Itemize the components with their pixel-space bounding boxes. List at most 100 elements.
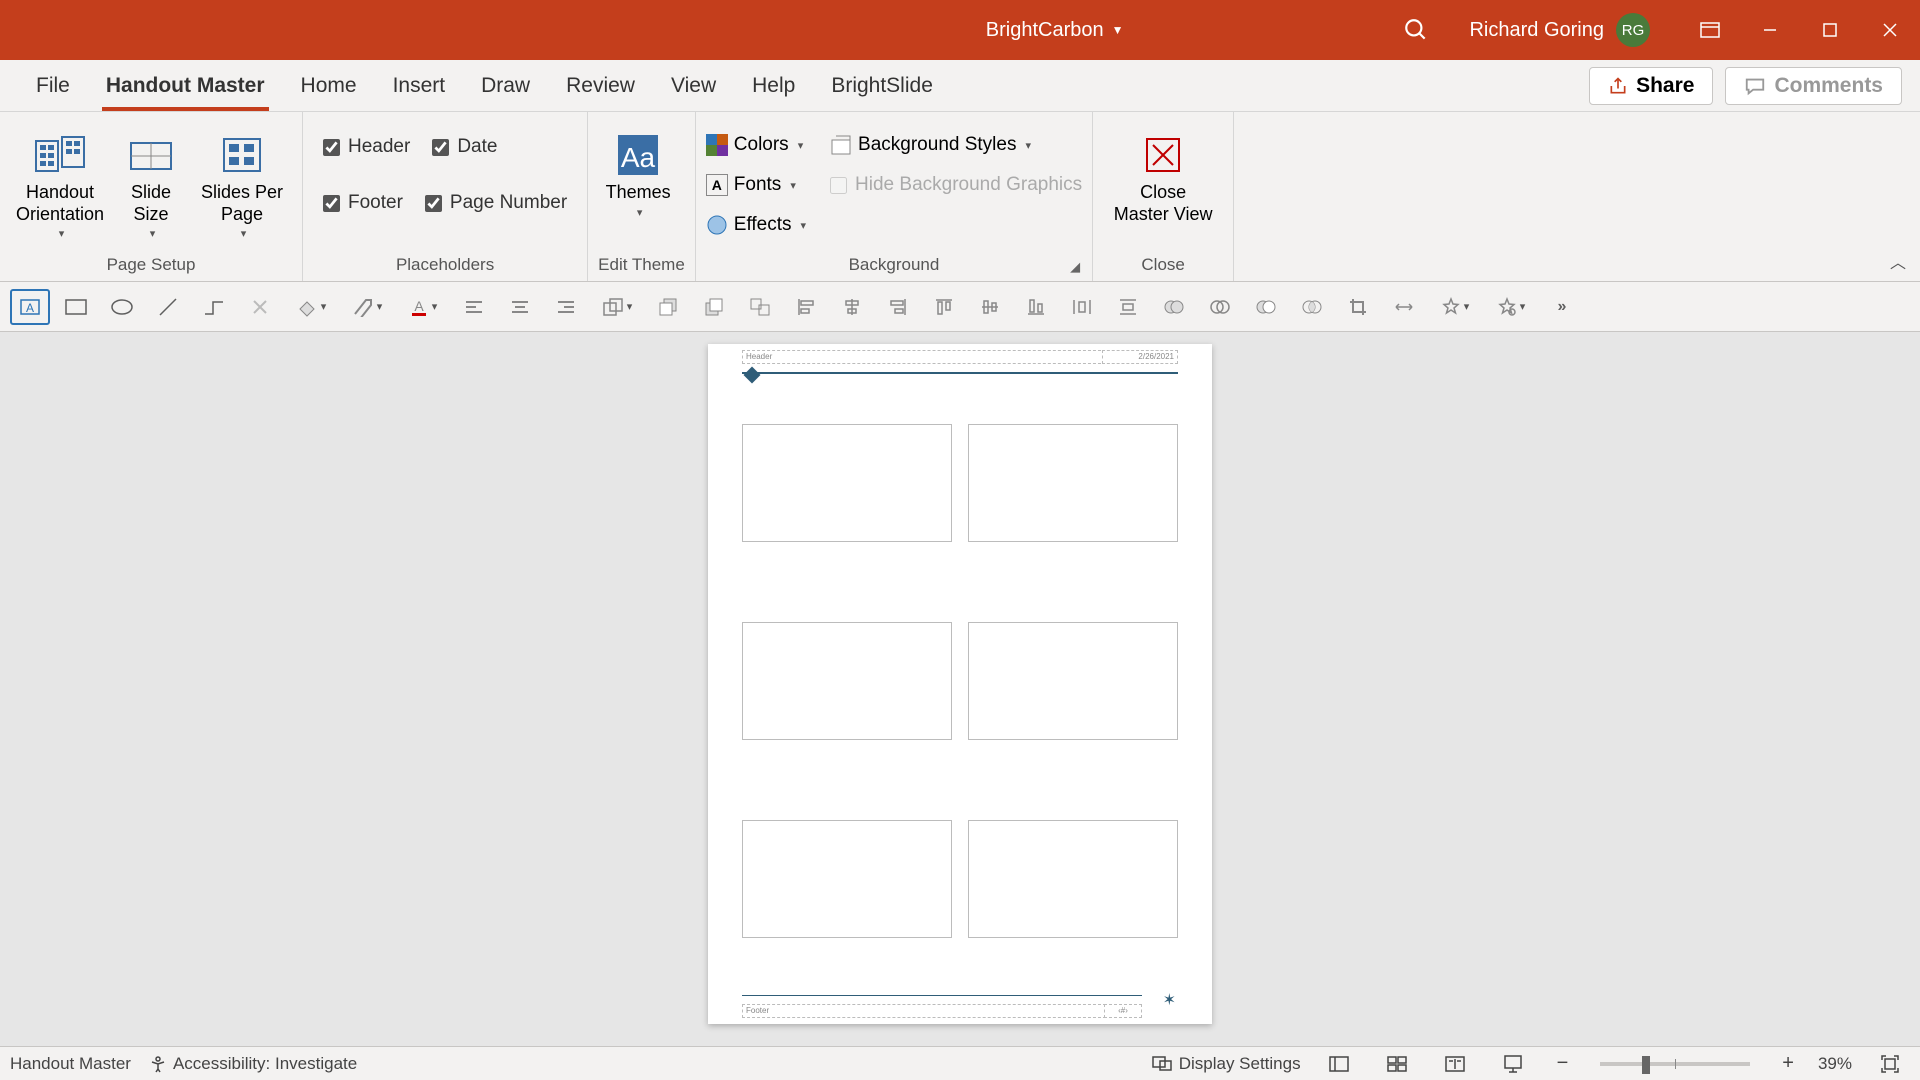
slideshow-view-button[interactable] bbox=[1493, 1050, 1533, 1078]
slide-size-icon bbox=[127, 130, 175, 180]
zoom-slider[interactable] bbox=[1600, 1062, 1750, 1066]
line-tool[interactable] bbox=[148, 289, 188, 325]
align-objects-top-button[interactable] bbox=[924, 289, 964, 325]
themes-button[interactable]: Aa Themes ▾ bbox=[598, 124, 678, 219]
tab-file[interactable]: File bbox=[18, 60, 88, 111]
background-styles-button[interactable]: Background Styles▾ bbox=[830, 128, 1082, 162]
font-color-button[interactable]: A▾ bbox=[398, 289, 448, 325]
header-placeholder[interactable]: Header bbox=[742, 350, 1106, 364]
align-left-button[interactable] bbox=[454, 289, 494, 325]
tab-brightslide[interactable]: BrightSlide bbox=[813, 60, 951, 111]
fonts-button[interactable]: A Fonts▾ bbox=[706, 168, 806, 202]
page-number-placeholder[interactable]: ‹#› bbox=[1104, 1004, 1142, 1018]
status-accessibility[interactable]: Accessibility: Investigate bbox=[149, 1054, 357, 1074]
checkbox-page-number[interactable]: Page Number bbox=[425, 186, 567, 220]
textbox-tool[interactable]: A bbox=[10, 289, 50, 325]
display-settings-button[interactable]: Display Settings bbox=[1151, 1054, 1301, 1074]
shape-fill-button[interactable]: ▾ bbox=[286, 289, 336, 325]
maximize-button[interactable] bbox=[1800, 0, 1860, 60]
group-label-edit-theme: Edit Theme bbox=[598, 251, 685, 281]
align-objects-right-button[interactable] bbox=[878, 289, 918, 325]
merge-intersect-button[interactable] bbox=[1292, 289, 1332, 325]
comments-button[interactable]: Comments bbox=[1725, 67, 1902, 105]
align-right-button[interactable] bbox=[546, 289, 586, 325]
status-view-mode: Handout Master bbox=[10, 1054, 131, 1074]
bring-forward-button[interactable] bbox=[648, 289, 688, 325]
themes-icon: Aa bbox=[612, 130, 664, 180]
checkbox-date[interactable]: Date bbox=[432, 130, 497, 164]
close-master-view-button[interactable]: Close Master View bbox=[1103, 124, 1223, 225]
align-objects-bottom-button[interactable] bbox=[1016, 289, 1056, 325]
background-dialog-launcher[interactable]: ◢ bbox=[1070, 259, 1080, 275]
checkbox-footer[interactable]: Footer bbox=[323, 186, 403, 220]
tab-draw[interactable]: Draw bbox=[463, 60, 548, 111]
effects-button[interactable]: Effects▾ bbox=[706, 208, 806, 242]
checkbox-header[interactable]: Header bbox=[323, 130, 410, 164]
zoom-in-button[interactable]: + bbox=[1776, 1052, 1800, 1075]
user-name: Richard Goring bbox=[1469, 19, 1604, 42]
close-button[interactable] bbox=[1860, 0, 1920, 60]
close-master-view-icon bbox=[1143, 130, 1183, 180]
zoom-out-button[interactable]: − bbox=[1551, 1052, 1575, 1075]
align-center-button[interactable] bbox=[500, 289, 540, 325]
user-account[interactable]: Richard Goring RG bbox=[1469, 13, 1650, 47]
group-button[interactable] bbox=[740, 289, 780, 325]
oval-tool[interactable] bbox=[102, 289, 142, 325]
reading-view-button[interactable] bbox=[1435, 1050, 1475, 1078]
effects-icon bbox=[706, 214, 728, 236]
rectangle-tool[interactable] bbox=[56, 289, 96, 325]
tab-handout-master[interactable]: Handout Master bbox=[88, 60, 283, 111]
slide-thumb-6 bbox=[968, 820, 1178, 938]
tab-home[interactable]: Home bbox=[283, 60, 375, 111]
shape-outline-button[interactable]: ▾ bbox=[342, 289, 392, 325]
normal-view-button[interactable] bbox=[1319, 1050, 1359, 1078]
svg-text:A: A bbox=[414, 298, 424, 314]
animation-effect-button[interactable]: ▾ bbox=[1486, 289, 1536, 325]
animation-add-button[interactable]: ▾ bbox=[1430, 289, 1480, 325]
merge-combine-button[interactable] bbox=[1200, 289, 1240, 325]
handout-orientation-button[interactable]: Handout Orientation ▾ bbox=[10, 124, 110, 240]
merge-fragment-button[interactable] bbox=[1246, 289, 1286, 325]
background-styles-icon bbox=[830, 134, 852, 156]
connector-tool[interactable] bbox=[194, 289, 234, 325]
crop-button[interactable] bbox=[1338, 289, 1378, 325]
tab-help[interactable]: Help bbox=[734, 60, 813, 111]
footer-placeholder[interactable]: Footer bbox=[742, 1004, 1106, 1018]
header-decoration-diamond bbox=[744, 367, 761, 384]
arrange-button[interactable]: ▾ bbox=[592, 289, 642, 325]
date-placeholder[interactable]: 2/26/2021 bbox=[1102, 350, 1178, 364]
distribute-horizontal-button[interactable] bbox=[1062, 289, 1102, 325]
slides-per-page-button[interactable]: Slides Per Page ▾ bbox=[192, 124, 292, 240]
distribute-vertical-button[interactable] bbox=[1108, 289, 1148, 325]
checkbox-hide-background-graphics: Hide Background Graphics bbox=[830, 168, 1082, 202]
footer-logo-icon: ✶ bbox=[1163, 990, 1176, 1010]
slide-size-button[interactable]: Slide Size ▾ bbox=[116, 124, 186, 240]
tab-view[interactable]: View bbox=[653, 60, 734, 111]
send-backward-button[interactable] bbox=[694, 289, 734, 325]
qat-overflow-button[interactable]: » bbox=[1542, 289, 1582, 325]
search-icon[interactable] bbox=[1403, 17, 1429, 43]
editing-canvas[interactable]: Header 2/26/2021 ✶ Footer ‹#› bbox=[0, 332, 1920, 1046]
share-button[interactable]: Share bbox=[1589, 67, 1713, 105]
slide-sorter-view-button[interactable] bbox=[1377, 1050, 1417, 1078]
align-objects-middle-button[interactable] bbox=[970, 289, 1010, 325]
ribbon-display-options-button[interactable] bbox=[1680, 0, 1740, 60]
slide-thumb-2 bbox=[968, 424, 1178, 542]
document-title[interactable]: BrightCarbon ▼ bbox=[986, 19, 1124, 42]
minimize-button[interactable] bbox=[1740, 0, 1800, 60]
colors-button[interactable]: Colors▾ bbox=[706, 128, 806, 162]
chevron-down-icon: ▾ bbox=[150, 227, 156, 240]
delete-tool[interactable] bbox=[240, 289, 280, 325]
size-position-button[interactable] bbox=[1384, 289, 1424, 325]
zoom-level[interactable]: 39% bbox=[1818, 1054, 1852, 1074]
handout-page[interactable]: Header 2/26/2021 ✶ Footer ‹#› bbox=[708, 344, 1212, 1024]
fit-to-window-button[interactable] bbox=[1870, 1050, 1910, 1078]
merge-union-button[interactable] bbox=[1154, 289, 1194, 325]
slide-thumb-3 bbox=[742, 622, 952, 740]
align-objects-center-button[interactable] bbox=[832, 289, 872, 325]
collapse-ribbon-button[interactable]: ︿ bbox=[1890, 249, 1906, 273]
tab-review[interactable]: Review bbox=[548, 60, 653, 111]
tab-insert[interactable]: Insert bbox=[375, 60, 464, 111]
align-objects-left-button[interactable] bbox=[786, 289, 826, 325]
header-decoration-line bbox=[742, 372, 1178, 374]
